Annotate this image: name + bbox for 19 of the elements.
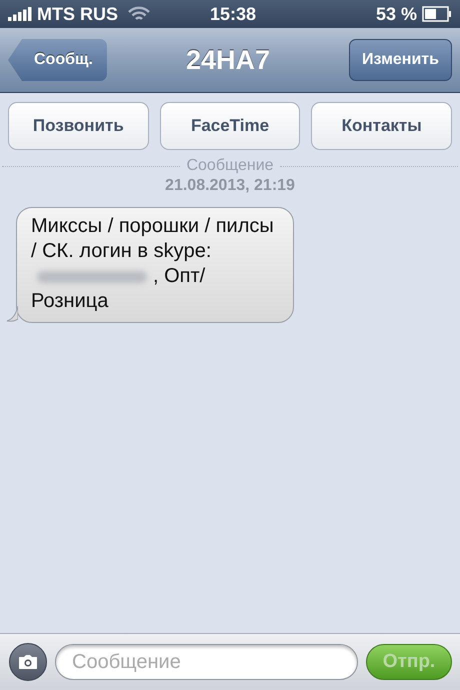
carrier-name: MTS RUS [37,4,118,24]
battery-icon [422,6,452,22]
contact-action-button[interactable]: Позвонить [8,102,149,150]
camera-icon [17,654,39,670]
message-input[interactable]: Сообщение [55,644,358,680]
conversation-title: 24HA7 [186,44,270,76]
signal-icon [8,7,34,21]
edit-button[interactable]: Изменить [349,39,452,81]
contact-action-button[interactable]: Контакты [311,102,452,150]
message-text: , Опт/ Розница [31,265,206,312]
clock: 15:38 [210,4,256,24]
message-date: 21.08.2013, 21:19 [164,177,296,195]
camera-button[interactable] [9,643,47,681]
message-text: Микссы / порошки / пилсы / СК. логин в skype: [31,215,274,262]
back-button[interactable]: Сообщ. [8,39,107,81]
battery-percent: 53 % [376,4,417,24]
service-label: Сообщение [186,157,274,175]
contact-action-button[interactable]: FaceTime [160,102,300,150]
wifi-icon [128,6,150,22]
